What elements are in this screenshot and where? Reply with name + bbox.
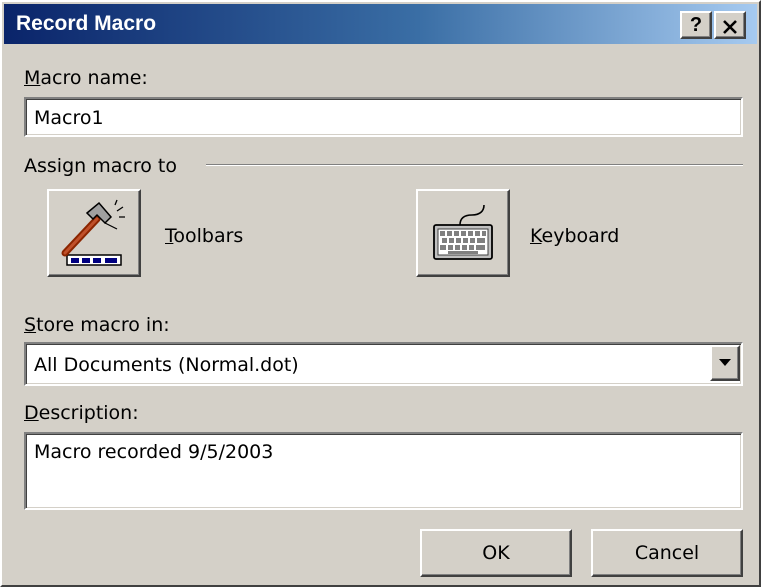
hammer-toolbar-icon <box>61 199 125 266</box>
keyboard-label-rest: eyboard <box>541 225 620 247</box>
keyboard-label: Keyboard <box>530 224 619 248</box>
macro-name-label: Macro name: <box>24 66 148 90</box>
help-button[interactable]: ? <box>680 11 712 39</box>
dropdown-button[interactable] <box>710 345 740 381</box>
keyboard-button[interactable] <box>416 189 510 277</box>
macro-name-label-rest: acro name: <box>40 67 148 89</box>
assign-group-label: Assign macro to <box>24 155 177 177</box>
store-macro-label: Store macro in: <box>24 313 170 337</box>
toolbars-label: Toolbars <box>165 224 243 248</box>
description-textarea[interactable]: Macro recorded 9/5/2003 <box>24 432 743 510</box>
close-button[interactable] <box>714 11 746 39</box>
description-label: Description: <box>24 401 139 425</box>
description-value: Macro recorded 9/5/2003 <box>34 441 274 463</box>
description-access-key: D <box>24 402 39 424</box>
chevron-down-icon <box>719 359 731 366</box>
cancel-button[interactable]: Cancel <box>591 529 743 577</box>
title-bar[interactable]: Record Macro ? <box>4 4 757 44</box>
keyboard-icon <box>433 204 493 260</box>
description-label-rest: escription: <box>38 402 139 424</box>
ok-button[interactable]: OK <box>420 529 572 577</box>
macro-name-input[interactable]: Macro1 <box>24 97 743 137</box>
close-icon <box>723 20 737 34</box>
macro-name-access-key: M <box>24 67 41 89</box>
store-label-rest: tore macro in: <box>36 314 170 336</box>
store-macro-selected: All Documents (Normal.dot) <box>34 354 299 376</box>
toolbars-label-rest: oolbars <box>173 225 244 247</box>
keyboard-access-key: K <box>530 225 542 247</box>
toolbars-button[interactable] <box>47 189 141 277</box>
store-macro-select[interactable]: All Documents (Normal.dot) <box>24 342 743 386</box>
macro-name-value: Macro1 <box>34 107 104 129</box>
assign-group-divider <box>206 164 743 166</box>
window-title: Record Macro <box>16 12 157 35</box>
record-macro-dialog: Record Macro ? Macro name: Macro1 Assign… <box>0 0 761 587</box>
store-access-key: S <box>24 314 37 336</box>
